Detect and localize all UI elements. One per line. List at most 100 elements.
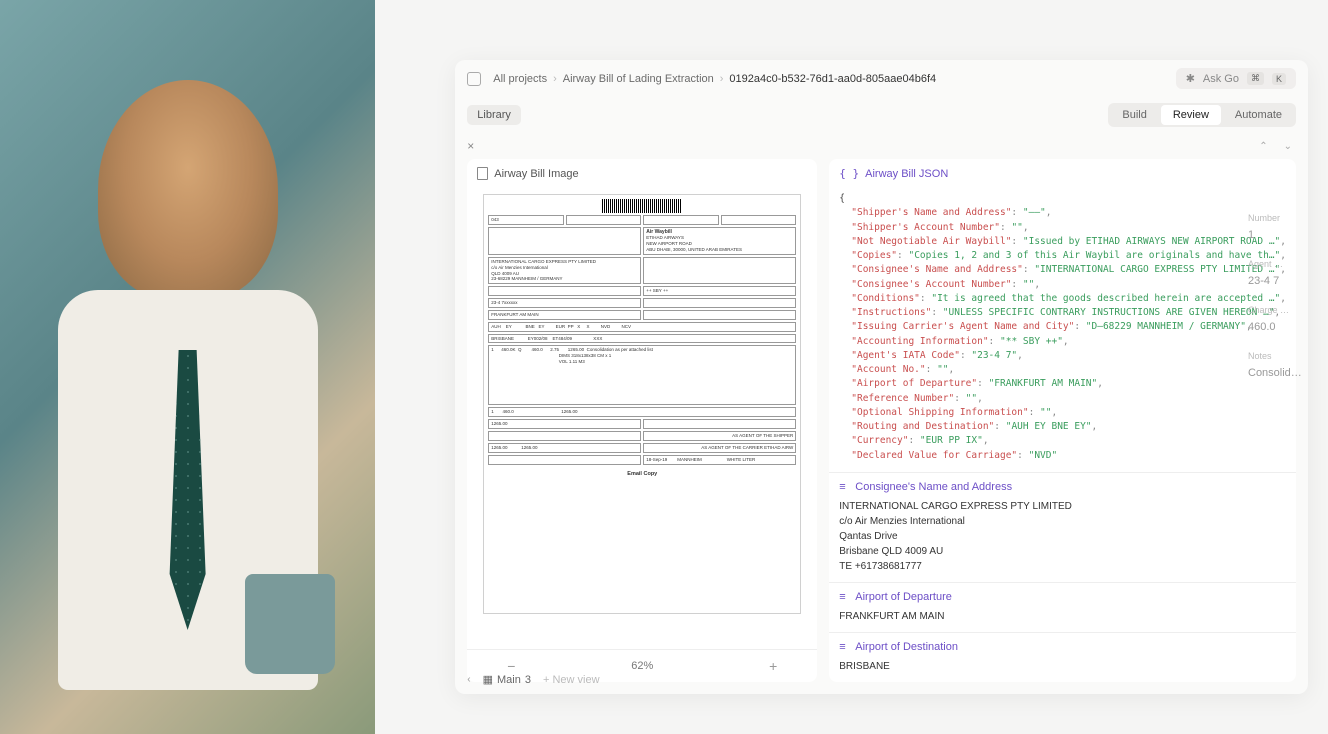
photo-tie (158, 350, 218, 630)
json-line: "Airport of Departure": "FRANKFURT AM MA… (839, 377, 1286, 391)
chevron-left-icon[interactable]: ‹ (467, 674, 470, 685)
list-icon: ≡ (839, 481, 849, 493)
wb-consignee-box: INTERNATIONAL CARGO EXPRESS PTY LIMITED … (488, 257, 641, 284)
breadcrumb: All projects › Airway Bill of Lading Ext… (493, 73, 1163, 85)
json-line: "Agent's IATA Code": "23-4 7", (839, 349, 1286, 363)
wb-blank (566, 215, 642, 225)
extract-body: INTERNATIONAL CARGO EXPRESS PTY LIMITEDc… (839, 499, 1286, 574)
extract-title: Airport of Destination (855, 641, 958, 653)
doc-body[interactable]: 043 Air Waybill ETIHAD AIRWAYS NEW AIRPO… (467, 188, 817, 649)
wb-code: 043 (488, 215, 564, 225)
json-line: "Shipper's Account Number": "", (839, 221, 1286, 235)
zoom-out-button[interactable]: − (507, 658, 515, 674)
tab-review[interactable]: Review (1161, 105, 1221, 125)
wb-date: 18-Sep-19 MANNHEIM WHITE LITER (643, 455, 796, 465)
wb-departure: FRANKFURT AM MAIN (488, 310, 641, 320)
wb-shipper-box (488, 227, 641, 255)
grid-icon: ▦ (483, 673, 493, 686)
wb-total3: 1265.00 1265.00 (488, 443, 641, 453)
tab-build[interactable]: Build (1110, 105, 1158, 125)
app-container: All projects › Airway Bill of Lading Ext… (375, 0, 1328, 734)
extract-header: ≡ Consignee's Name and Address (839, 481, 1286, 493)
topbar: All projects › Airway Bill of Lading Ext… (455, 60, 1308, 97)
json-line: "Accounting Information": "** SBY ++", (839, 335, 1286, 349)
new-view-label: New view (552, 674, 599, 686)
app-window: All projects › Airway Bill of Lading Ext… (455, 60, 1308, 694)
braces-icon: { } (839, 167, 859, 180)
main-panes: Airway Bill Image 043 (455, 159, 1308, 694)
ghost-label: Agent … (1248, 256, 1308, 272)
zoom-level: 62% (631, 660, 653, 672)
file-icon (477, 167, 488, 180)
wb-blank (643, 298, 796, 308)
json-viewer[interactable]: {"Shipper's Name and Address": "——","Shi… (829, 188, 1296, 472)
extract-body: BRISBANE (839, 659, 1286, 674)
breadcrumb-current: 0192a4c0-b532-76d1-aa0d-805aae04b6f4 (729, 73, 936, 85)
waybill-document: 043 Air Waybill ETIHAD AIRWAYS NEW AIRPO… (483, 194, 801, 614)
json-pane-title: Airway Bill JSON (865, 168, 948, 180)
extract-header: ≡Airport of Destination (839, 641, 1286, 653)
tab-automate[interactable]: Automate (1223, 105, 1294, 125)
ask-go-label: Ask Go (1203, 73, 1239, 85)
wb-total2: 1265.00 (488, 419, 641, 429)
json-line: "Consignee's Account Number": "", (839, 278, 1286, 292)
wb-blank (721, 215, 797, 225)
ghost-label: Number (1248, 210, 1308, 226)
wb-awb-box: Air Waybill ETIHAD AIRWAYS NEW AIRPORT R… (643, 227, 796, 255)
extracts-container: ≡ Consignee's Name and Address INTERNATION… (829, 472, 1296, 682)
ask-go-button[interactable]: ✱ Ask Go ⌘ K (1176, 68, 1296, 89)
subbar: Library Build Review Automate (455, 97, 1308, 133)
wb-dest: BRISBANE EY002/08 ET484/09 XXX (488, 334, 796, 344)
record-nav: × ⌃ ⌄ (455, 133, 1308, 159)
wb-blank (488, 455, 641, 465)
prev-record-icon[interactable]: ⌃ (1255, 141, 1271, 152)
sparkle-icon: ✱ (1186, 72, 1195, 85)
wb-conditions-box (643, 257, 796, 284)
wb-iata: 23-4 7xxxxxx (488, 298, 641, 308)
main-view-tab[interactable]: ▦ Main 3 (483, 673, 531, 686)
wb-agent-box (488, 286, 641, 296)
breadcrumb-project[interactable]: Airway Bill of Lading Extraction (563, 73, 714, 85)
json-line: "Issuing Carrier's Agent Name and City":… (839, 320, 1286, 334)
library-button[interactable]: Library (467, 105, 521, 125)
wb-cargo: 1 460.0K Q 460.0 2.75 1265.00 Consolidat… (488, 345, 796, 405)
extract-body: FRANKFURT AM MAIN (839, 609, 1286, 624)
json-line: "Reference Number": "", (839, 392, 1286, 406)
json-line: "Routing and Destination": "AUH EY BNE E… (839, 420, 1286, 434)
footer-bar: ‹ ▦ Main 3 + New view (467, 673, 1296, 686)
new-view-button[interactable]: + New view (543, 674, 600, 686)
wb-blank (488, 431, 641, 441)
json-line: "Currency": "EUR PP IX", (839, 434, 1286, 448)
wb-email-copy: Email Copy (488, 471, 796, 478)
kbd-k: K (1272, 73, 1286, 85)
json-line: "Conditions": "It is agreed that the goo… (839, 292, 1286, 306)
breadcrumb-root[interactable]: All projects (493, 73, 547, 85)
ghost-value: Consolid… (1248, 364, 1308, 384)
wb-blank (643, 310, 796, 320)
kbd-cmd: ⌘ (1247, 72, 1264, 85)
extract-section: ≡Airport of DepartureFRANKFURT AM MAIN (829, 582, 1296, 632)
extract-line: BRISBANE (839, 659, 1286, 674)
json-line: "Instructions": "UNLESS SPECIFIC CONTRAR… (839, 306, 1286, 320)
doc-pane-title: Airway Bill Image (494, 168, 578, 180)
ghost-side-panel: Number 1 Agent … 23-4 7 Charge … 460.0 N… (1248, 210, 1308, 394)
ghost-value: 23-4 7 (1248, 272, 1308, 292)
json-line: "Declared Value for Carriage": "NVD" (839, 449, 1286, 463)
json-line: "Consignee's Name and Address": "INTERNA… (839, 263, 1286, 277)
zoom-in-button[interactable]: + (769, 658, 777, 674)
extract-line: TE +61738681777 (839, 559, 1286, 574)
chevron-right-icon: › (553, 73, 557, 85)
next-record-icon[interactable]: ⌄ (1280, 141, 1296, 152)
json-line: "Not Negotiable Air Waybill": "Issued by… (839, 235, 1286, 249)
close-icon[interactable]: × (467, 139, 474, 153)
wb-sby-box: ++ SBY ++ (643, 286, 796, 296)
extract-title: Consignee's Name and Address (855, 481, 1012, 493)
json-pane: { } Airway Bill JSON {"Shipper's Name an… (829, 159, 1296, 682)
json-line: "Optional Shipping Information": "", (839, 406, 1286, 420)
wb-routing: AUH EY BNE EY EUR PP X X NVD NCV (488, 322, 796, 332)
wb-agent1: AS AGENT OF THE SHIPPER (643, 431, 796, 441)
wb-blank (643, 215, 719, 225)
main-view-count: 3 (525, 674, 531, 686)
document-pane: Airway Bill Image 043 (467, 159, 817, 682)
sidebar-toggle-icon[interactable] (467, 72, 481, 86)
